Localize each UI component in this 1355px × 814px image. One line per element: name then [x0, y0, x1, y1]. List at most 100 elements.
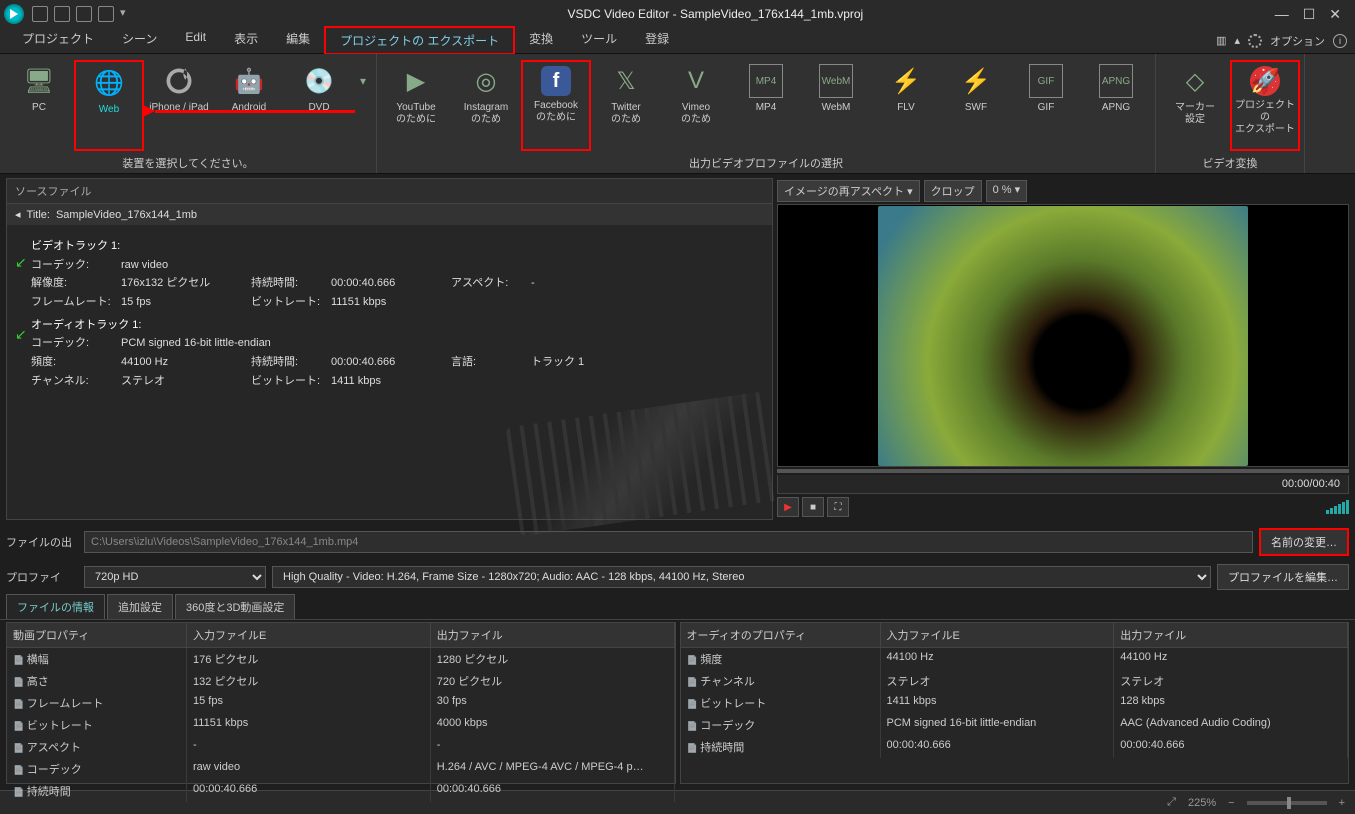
preview-frame	[878, 206, 1248, 466]
aspect-dropdown[interactable]: イメージの再アスペクト ▾	[777, 180, 920, 202]
fit-icon[interactable]: ⤢	[1167, 796, 1176, 809]
gear-icon[interactable]	[1248, 34, 1262, 48]
ribbon-button[interactable]: ◎Instagram のため	[451, 60, 521, 151]
stop-button[interactable]: ■	[802, 497, 824, 517]
zoom-out-icon[interactable]: −	[1228, 797, 1234, 809]
ribbon-label: MP4	[756, 102, 777, 114]
menu-item[interactable]: プロジェクト	[8, 26, 108, 55]
ribbon-label: FLV	[897, 102, 915, 114]
ribbon-button[interactable]: 𝕏Twitter のため	[591, 60, 661, 151]
ribbon-group-caption: 装置を選択してください。	[122, 151, 253, 171]
table-row[interactable]: 持続時間00:00:40.66600:00:40.666	[7, 780, 675, 802]
collapse-icon[interactable]: ◂	[15, 208, 21, 221]
ribbon-button[interactable]: 🤖Android	[214, 60, 284, 151]
qat-icon[interactable]	[54, 6, 70, 22]
qat-icon[interactable]	[98, 6, 114, 22]
output-path-input[interactable]	[84, 531, 1253, 553]
menu-item[interactable]: プロジェクトの エクスポート	[324, 26, 515, 55]
ribbon-label: WebM	[822, 102, 851, 114]
qat-icon[interactable]	[76, 6, 92, 22]
collapse-ribbon-icon[interactable]: ▴	[1234, 34, 1240, 47]
ribbon-icon: WebM	[819, 64, 853, 98]
close-button[interactable]: ✕	[1329, 6, 1341, 23]
profile-row: プロファイ 720p HD High Quality - Video: H.26…	[0, 560, 1355, 594]
crop-dropdown[interactable]: クロップ	[924, 180, 982, 202]
ribbon-button[interactable]: MP4MP4	[731, 60, 801, 151]
ribbon-button[interactable]: ⚡ FLV	[871, 60, 941, 151]
ribbon-button[interactable]: 🌐Web	[74, 60, 144, 151]
ribbon-label: Facebook のために	[534, 100, 578, 124]
edit-profile-button[interactable]: プロファイルを編集…	[1217, 564, 1349, 590]
info-icon[interactable]: i	[1333, 34, 1347, 48]
options-label[interactable]: オプション	[1270, 33, 1325, 49]
table-row[interactable]: コーデックraw videoH.264 / AVC / MPEG-4 AVC /…	[7, 758, 675, 780]
video-properties-table: 動画プロパティ入力ファイルE出力ファイル 横幅176 ピクセル1280 ピクセル…	[6, 622, 676, 784]
menu-item[interactable]: 変換	[515, 26, 567, 55]
play-button[interactable]: ▶	[777, 497, 799, 517]
ribbon-button[interactable]: 💿DVD	[284, 60, 354, 151]
menu-item[interactable]: 表示	[220, 26, 272, 55]
ribbon-icon: APNG	[1099, 64, 1133, 98]
profile-preset-select[interactable]: 720p HD	[84, 566, 266, 588]
ribbon-label: Vimeo のため	[681, 102, 711, 126]
menu-item[interactable]: 編集	[272, 26, 324, 55]
table-row[interactable]: フレームレート15 fps30 fps	[7, 692, 675, 714]
ribbon-button[interactable]: ▶YouTube のために	[381, 60, 451, 151]
ribbon-icon: 🤖	[232, 64, 266, 98]
menu-item[interactable]: 登録	[631, 26, 683, 55]
column-header: 出力ファイル	[1114, 623, 1348, 647]
zoom-slider[interactable]	[1247, 801, 1327, 805]
ribbon-icon: GIF	[1029, 64, 1063, 98]
table-row[interactable]: 持続時間00:00:40.66600:00:40.666	[681, 736, 1349, 758]
table-row[interactable]: 横幅176 ピクセル1280 ピクセル	[7, 648, 675, 670]
menu-item[interactable]: Edit	[171, 26, 220, 55]
table-row[interactable]: ビットレート1411 kbps128 kbps	[681, 692, 1349, 714]
preview-seekbar[interactable]	[777, 469, 1349, 473]
qat-dropdown-icon[interactable]: ▾	[120, 6, 136, 22]
ribbon-button[interactable]: 🚀プロジェクトの エクスポート	[1230, 60, 1300, 151]
ribbon-group-caption: ビデオ変換	[1203, 151, 1258, 171]
fullscreen-button[interactable]: ⛶	[827, 497, 849, 517]
ribbon-button[interactable]: fFacebook のために	[521, 60, 591, 151]
filmstrip-decoration	[506, 391, 779, 536]
zoom-in-icon[interactable]: +	[1339, 797, 1345, 809]
ribbon-icon: V	[679, 64, 713, 98]
qat-icon[interactable]	[32, 6, 48, 22]
ribbon-button[interactable]: WebM WebM	[801, 60, 871, 151]
ribbon-label: マーカー 設定	[1175, 102, 1215, 126]
column-header: 入力ファイルE	[187, 623, 431, 647]
preview-viewport[interactable]	[777, 204, 1349, 467]
ribbon-button[interactable]: APNGAPNG	[1081, 60, 1151, 151]
source-title-row[interactable]: ◂ Title: SampleVideo_176x144_1mb	[7, 204, 772, 225]
ribbon-button[interactable]: 🖥PC	[4, 60, 74, 151]
crop-value[interactable]: 0 % ▾	[986, 180, 1028, 202]
tab[interactable]: 追加設定	[107, 594, 173, 619]
table-row[interactable]: 高さ132 ピクセル720 ピクセル	[7, 670, 675, 692]
table-row[interactable]: チャンネルステレオステレオ	[681, 670, 1349, 692]
tab[interactable]: ファイルの情報	[6, 594, 105, 619]
ribbon-icon: ⚡	[889, 64, 923, 98]
column-header: オーディオのプロパティ	[681, 623, 881, 647]
menu-item[interactable]: シーン	[108, 26, 171, 55]
layout-icon[interactable]: ▥	[1216, 34, 1226, 47]
table-row[interactable]: アスペクト--	[7, 736, 675, 758]
ribbon-icon: ◇	[1178, 64, 1212, 98]
menu-item[interactable]: ツール	[567, 26, 631, 55]
ribbon-label: SWF	[965, 102, 987, 114]
ribbon-button[interactable]: V Vimeo のため	[661, 60, 731, 151]
ribbon-button[interactable]: GIFGIF	[1011, 60, 1081, 151]
ribbon-icon: 🖥	[22, 64, 56, 98]
device-more-dropdown[interactable]: ▾	[354, 60, 372, 151]
minimize-button[interactable]: —	[1275, 6, 1289, 23]
table-row[interactable]: 頻度44100 Hz44100 Hz	[681, 648, 1349, 670]
maximize-button[interactable]: ☐	[1303, 6, 1316, 23]
volume-indicator[interactable]	[1326, 500, 1349, 514]
rename-button[interactable]: 名前の変更…	[1259, 528, 1349, 556]
ribbon-button[interactable]: ◇ マーカー 設定	[1160, 60, 1230, 151]
profile-detail-select[interactable]: High Quality - Video: H.264, Frame Size …	[272, 566, 1211, 588]
table-row[interactable]: コーデックPCM signed 16-bit little-endianAAC …	[681, 714, 1349, 736]
table-row[interactable]: ビットレート11151 kbps4000 kbps	[7, 714, 675, 736]
ribbon-group-profiles: ▶YouTube のために◎Instagram のためfFacebook のため…	[377, 54, 1156, 173]
ribbon-button[interactable]: ⚡SWF	[941, 60, 1011, 151]
tab[interactable]: 360度と3D動画設定	[175, 594, 295, 619]
